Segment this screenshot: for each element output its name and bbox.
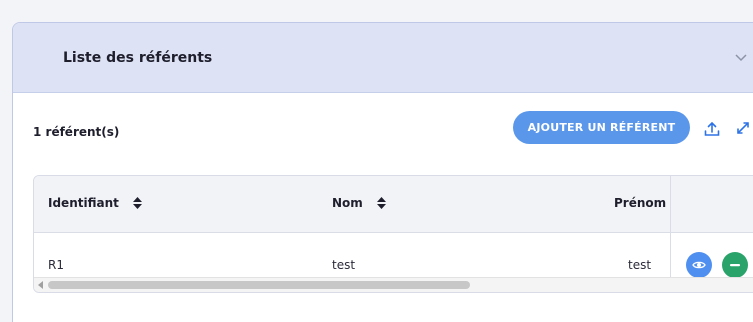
minus-icon bbox=[730, 264, 740, 267]
cell-prenom: test bbox=[628, 258, 652, 272]
horizontal-scrollbar[interactable] bbox=[34, 277, 753, 292]
sort-icon[interactable] bbox=[376, 197, 386, 209]
panel-header[interactable]: Liste des référents bbox=[13, 23, 753, 93]
scroll-thumb[interactable] bbox=[48, 281, 470, 289]
cell-nom: test bbox=[332, 258, 356, 272]
column-header-prenom[interactable]: Prénom bbox=[614, 196, 666, 210]
referent-count: 1 référent(s) bbox=[33, 125, 120, 139]
eye-icon bbox=[692, 261, 706, 269]
actions-header bbox=[671, 176, 753, 233]
toolbar: 1 référent(s) AJOUTER UN RÉFÉRENT bbox=[13, 93, 753, 165]
column-header-identifiant[interactable]: Identifiant bbox=[48, 196, 142, 210]
scroll-left-arrow[interactable] bbox=[38, 281, 43, 289]
remove-button[interactable] bbox=[722, 252, 748, 278]
table-header: Identifiant Nom Prénom bbox=[34, 176, 753, 233]
panel-title: Liste des référents bbox=[63, 49, 213, 66]
column-label: Identifiant bbox=[48, 196, 119, 210]
expand-icon[interactable] bbox=[735, 120, 751, 136]
chevron-down-icon[interactable] bbox=[735, 51, 747, 63]
column-header-nom[interactable]: Nom bbox=[332, 196, 386, 210]
column-label: Nom bbox=[332, 196, 363, 210]
referents-panel: Liste des référents 1 référent(s) AJOUTE… bbox=[12, 22, 753, 322]
upload-icon[interactable] bbox=[703, 120, 721, 138]
column-label: Prénom bbox=[614, 196, 667, 210]
sort-icon[interactable] bbox=[132, 197, 142, 209]
actions-column bbox=[670, 176, 753, 292]
referents-table: Identifiant Nom Prénom R1 test test bbox=[33, 175, 753, 293]
add-referent-button[interactable]: AJOUTER UN RÉFÉRENT bbox=[513, 111, 690, 144]
cell-identifiant: R1 bbox=[48, 258, 64, 272]
view-button[interactable] bbox=[686, 252, 712, 278]
